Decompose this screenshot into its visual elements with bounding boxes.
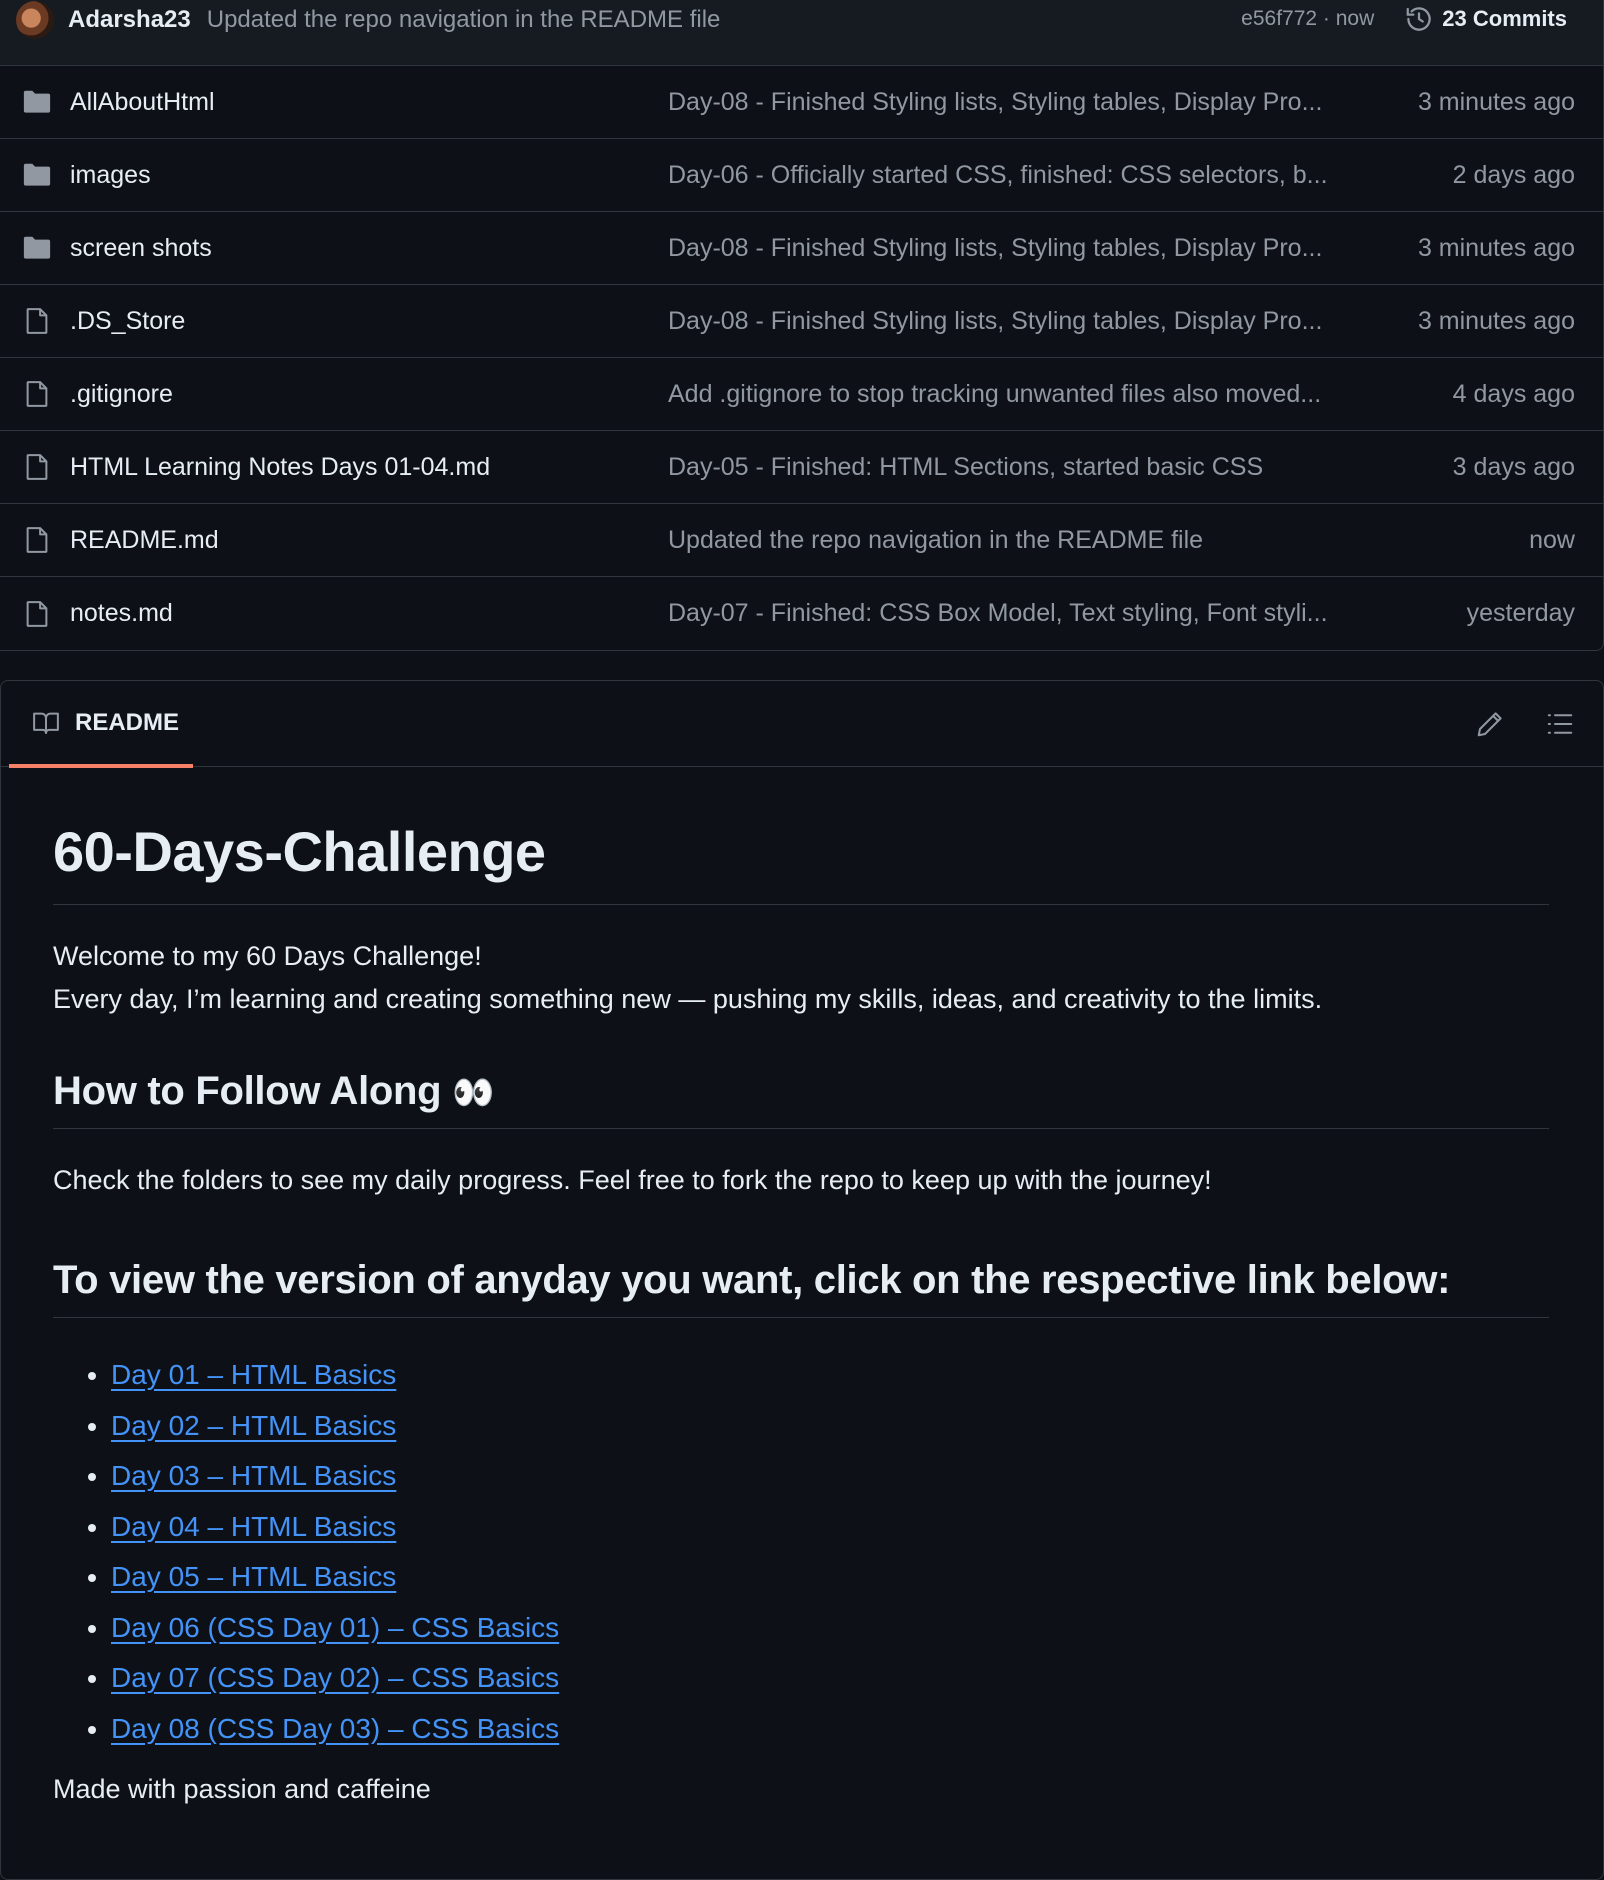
file-name[interactable]: images — [70, 161, 660, 190]
readme-content: 60-Days-Challenge Welcome to my 60 Days … — [53, 819, 1549, 1811]
list-item: Day 04 – HTML Basics — [111, 1502, 1549, 1553]
file-name[interactable]: README.md — [70, 526, 660, 555]
file-icon — [22, 452, 52, 482]
file-commit-message[interactable]: Add .gitignore to stop tracking unwanted… — [668, 380, 1321, 409]
file-name[interactable]: .DS_Store — [70, 307, 660, 336]
file-commit-time: 3 days ago — [1452, 452, 1575, 481]
file-browser: Adarsha23 Updated the repo navigation in… — [0, 0, 1604, 651]
day-link[interactable]: Day 03 – HTML Basics — [111, 1460, 396, 1491]
day-link[interactable]: Day 01 – HTML Basics — [111, 1359, 396, 1390]
commit-author[interactable]: Adarsha23 — [68, 6, 191, 34]
file-commit-message[interactable]: Day-05 - Finished: HTML Sections, starte… — [668, 453, 1263, 482]
intro-line-2: Every day, I’m learning and creating som… — [53, 984, 1323, 1014]
file-name[interactable]: HTML Learning Notes Days 01-04.md — [70, 453, 660, 482]
links-heading: To view the version of anyday you want, … — [53, 1258, 1549, 1318]
book-icon — [33, 712, 59, 734]
file-commit-time: 3 minutes ago — [1417, 306, 1575, 335]
commit-message[interactable]: Updated the repo navigation in the READM… — [207, 6, 721, 34]
intro-line-1: Welcome to my 60 Days Challenge! — [53, 941, 482, 971]
file-row[interactable]: images Day-06 - Officially started CSS, f… — [0, 139, 1603, 212]
file-commit-message[interactable]: Day-08 - Finished Styling lists, Styling… — [668, 234, 1322, 263]
outline-list-icon[interactable] — [1545, 709, 1575, 739]
file-name[interactable]: notes.md — [70, 599, 660, 628]
file-icon — [22, 306, 52, 336]
file-commit-message[interactable]: Day-06 - Officially started CSS, finishe… — [668, 161, 1328, 190]
follow-paragraph: Check the folders to see my daily progre… — [53, 1165, 1212, 1195]
file-name[interactable]: AllAboutHtml — [70, 88, 660, 117]
file-row[interactable]: notes.md Day-07 - Finished: CSS Box Model… — [0, 577, 1603, 650]
day-links-list: Day 01 – HTML Basics Day 02 – HTML Basics… — [53, 1350, 1549, 1754]
follow-heading-text: How to Follow Along — [53, 1069, 442, 1113]
list-item: Day 05 – HTML Basics — [111, 1552, 1549, 1603]
file-name[interactable]: .gitignore — [70, 380, 660, 409]
commit-meta: e56f772 · now 23 Commits — [1241, 4, 1567, 34]
file-row[interactable]: screen shots Day-08 - Finished Styling li… — [0, 212, 1603, 285]
list-item: Day 01 – HTML Basics — [111, 1350, 1549, 1401]
file-row[interactable]: HTML Learning Notes Days 01-04.md Day-05 … — [0, 431, 1603, 504]
readme-tab[interactable]: README — [9, 682, 194, 768]
day-link[interactable]: Day 06 (CSS Day 01) – CSS Basics — [111, 1612, 559, 1643]
folder-icon — [22, 87, 52, 117]
list-item: Day 02 – HTML Basics — [111, 1401, 1549, 1452]
list-item: Day 07 (CSS Day 02) – CSS Basics — [111, 1653, 1549, 1704]
day-link[interactable]: Day 07 (CSS Day 02) – CSS Basics — [111, 1662, 559, 1693]
file-commit-time: 2 days ago — [1452, 160, 1575, 189]
list-item: Day 06 (CSS Day 01) – CSS Basics — [111, 1603, 1549, 1654]
day-link[interactable]: Day 02 – HTML Basics — [111, 1410, 396, 1441]
folder-icon — [22, 160, 52, 190]
list-item: Day 03 – HTML Basics — [111, 1451, 1549, 1502]
day-link[interactable]: Day 04 – HTML Basics — [111, 1511, 396, 1542]
readme-panel: README 60-Days-Challenge Welcome to my 6… — [0, 680, 1604, 1880]
file-row[interactable]: AllAboutHtml Day-08 - Finished Styling li… — [0, 66, 1603, 139]
file-commit-time: 3 minutes ago — [1417, 233, 1575, 262]
file-icon — [22, 525, 52, 555]
intro-paragraph: Welcome to my 60 Days Challenge! Every d… — [53, 935, 1549, 1021]
file-commit-time: yesterday — [1466, 599, 1575, 627]
follow-heading: How to Follow Along 👀 — [53, 1069, 1549, 1129]
folder-icon — [22, 233, 52, 263]
file-commit-time: 4 days ago — [1452, 379, 1575, 408]
day-link[interactable]: Day 05 – HTML Basics — [111, 1561, 396, 1592]
pencil-icon[interactable] — [1475, 709, 1505, 739]
file-commit-time: now — [1529, 525, 1575, 554]
file-commit-message[interactable]: Updated the repo navigation in the READM… — [668, 526, 1203, 555]
file-commit-message[interactable]: Day-07 - Finished: CSS Box Model, Text s… — [668, 599, 1328, 628]
file-list: AllAboutHtml Day-08 - Finished Styling li… — [0, 66, 1603, 650]
readme-header: README — [1, 681, 1603, 768]
list-item: Day 08 (CSS Day 03) – CSS Basics — [111, 1704, 1549, 1755]
avatar[interactable] — [16, 0, 54, 39]
file-icon — [22, 379, 52, 409]
day-link[interactable]: Day 08 (CSS Day 03) – CSS Basics — [111, 1713, 559, 1744]
commit-hash-time[interactable]: e56f772 · now — [1241, 7, 1374, 31]
latest-commit-bar: Adarsha23 Updated the repo navigation in… — [0, 0, 1603, 66]
file-row[interactable]: .DS_Store Day-08 - Finished Styling lists… — [0, 285, 1603, 358]
file-icon — [22, 599, 52, 629]
file-commit-time: 3 minutes ago — [1417, 87, 1575, 116]
file-row[interactable]: README.md Updated the repo navigation in … — [0, 504, 1603, 577]
file-name[interactable]: screen shots — [70, 234, 660, 263]
footer-text: Made with passion and caffeine — [53, 1774, 431, 1804]
readme-title: 60-Days-Challenge — [53, 819, 1549, 905]
eyes-emoji: 👀 — [452, 1074, 495, 1112]
file-commit-message[interactable]: Day-08 - Finished Styling lists, Styling… — [668, 88, 1322, 117]
commits-count-link[interactable]: 23 Commits — [1442, 6, 1567, 32]
history-icon[interactable] — [1404, 4, 1434, 34]
readme-tab-label: README — [75, 708, 180, 736]
file-row[interactable]: .gitignore Add .gitignore to stop trackin… — [0, 358, 1603, 431]
file-commit-message[interactable]: Day-08 - Finished Styling lists, Styling… — [668, 307, 1322, 336]
